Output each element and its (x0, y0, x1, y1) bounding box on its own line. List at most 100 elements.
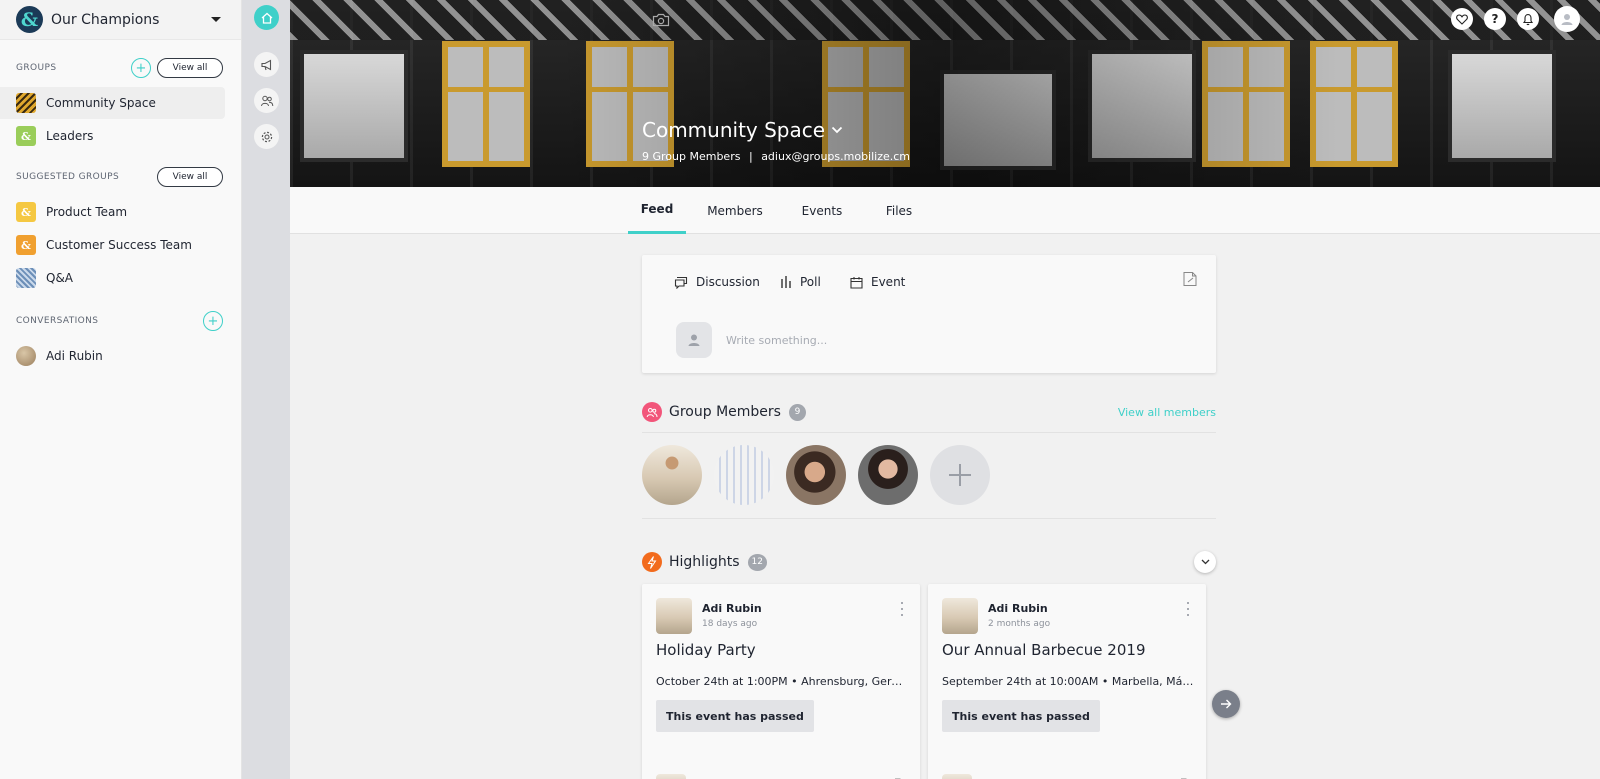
avatar (676, 322, 712, 358)
sidebar-item-label: Community Space (46, 96, 156, 110)
group-email: adiux@groups.mobilize.cm (761, 150, 911, 163)
tab-members[interactable]: Members (700, 187, 770, 234)
event-label: Event (871, 275, 906, 289)
sidebar: & Our Champions GROUPS + View all Commun… (0, 0, 242, 779)
arrow-right-icon (1221, 699, 1232, 709)
striped-tile-icon (16, 93, 36, 113)
card-title[interactable]: Our Annual Barbecue 2019 (942, 641, 1145, 659)
add-member-button[interactable] (930, 445, 990, 505)
top-toolbar: ? (1451, 6, 1580, 32)
help-icon[interactable]: ? (1484, 8, 1506, 30)
pattern-tile-icon (16, 268, 36, 288)
tab-feed[interactable]: Feed (628, 187, 686, 234)
post-composer: Discussion Poll Event (642, 255, 1216, 373)
collapse-button[interactable] (1194, 551, 1216, 573)
ampersand-icon: & (16, 126, 36, 146)
chevron-down-icon (1201, 559, 1209, 565)
avatar (656, 598, 692, 634)
sidebar-item-label: Adi Rubin (46, 349, 103, 363)
sidebar-item-product-team[interactable]: & Product Team (0, 196, 225, 228)
suggested-label: SUGGESTED GROUPS (16, 172, 120, 182)
highlights-header: Highlights 12 (642, 550, 1216, 574)
count-badge: 9 (788, 403, 806, 421)
carousel-next-button[interactable] (1212, 690, 1240, 718)
status-badge: This event has passed (656, 700, 814, 732)
group-title-text: Community Space (642, 118, 826, 142)
megaphone-icon[interactable] (254, 52, 279, 77)
heart-icon[interactable] (1451, 8, 1473, 30)
main-content: Community Space 9 Group Members | adiux@… (290, 0, 1600, 779)
groups-section-header: GROUPS + View all (0, 56, 241, 80)
sidebar-item-qa[interactable]: Q&A (0, 262, 225, 294)
member-avatar[interactable] (714, 445, 774, 505)
group-tabs: Feed Members Events Files (290, 187, 1600, 234)
conversations-section-header: CONVERSATIONS + (0, 309, 241, 333)
cover-photo: Community Space 9 Group Members | adiux@… (290, 0, 1600, 187)
caret-down-icon[interactable] (211, 17, 221, 22)
sidebar-item-label: Product Team (46, 205, 128, 219)
people-icon[interactable] (254, 88, 279, 113)
org-name: Our Champions (51, 11, 160, 28)
lightning-icon (642, 552, 662, 572)
group-title[interactable]: Community Space (642, 118, 843, 142)
view-all-members-link[interactable]: View all members (1118, 406, 1216, 419)
plus-icon (949, 464, 971, 486)
groups-view-all-button[interactable]: View all (157, 58, 223, 78)
card-author[interactable]: Adi Rubin (988, 602, 1048, 615)
sidebar-item-community-space[interactable]: Community Space (0, 87, 225, 119)
avatar (656, 774, 686, 779)
member-avatar[interactable] (642, 445, 702, 505)
suggested-view-all-button[interactable]: View all (157, 167, 223, 187)
org-switcher[interactable]: & Our Champions (0, 0, 241, 40)
count-badge: 12 (747, 553, 767, 571)
help-glyph: ? (1491, 12, 1499, 26)
calendar-icon (850, 276, 863, 289)
sidebar-item-customer-success-team[interactable]: & Customer Success Team (0, 229, 225, 261)
ampersand-icon: & (16, 235, 36, 255)
gear-icon[interactable] (254, 124, 279, 149)
people-icon (642, 402, 662, 422)
subtitle-separator: | (748, 150, 753, 163)
more-options-icon[interactable] (898, 602, 906, 616)
user-avatar-icon[interactable] (1554, 6, 1580, 32)
member-avatar[interactable] (786, 445, 846, 505)
card-author[interactable]: Adi Rubin (702, 602, 762, 615)
highlight-card[interactable]: Adi Rubin 2 months ago Our Annual Barbec… (928, 584, 1206, 779)
sidebar-item-adi-rubin[interactable]: Adi Rubin (0, 340, 225, 372)
tab-files[interactable]: Files (874, 187, 924, 234)
bell-icon[interactable] (1517, 8, 1539, 30)
share-icon[interactable] (890, 774, 902, 779)
avatar (16, 346, 36, 366)
event-button[interactable]: Event (850, 275, 905, 289)
sidebar-item-label: Leaders (46, 129, 94, 143)
card-title[interactable]: Holiday Party (656, 641, 756, 659)
groups-label: GROUPS (16, 63, 57, 73)
chevron-down-icon[interactable] (831, 126, 843, 134)
camera-icon[interactable] (652, 12, 670, 31)
cover-shade (290, 0, 1600, 187)
sidebar-item-label: Q&A (46, 271, 74, 285)
draft-icon[interactable] (1182, 271, 1198, 291)
discussion-button[interactable]: Discussion (674, 275, 760, 289)
share-icon[interactable] (1176, 774, 1188, 779)
card-time: 18 days ago (702, 619, 758, 629)
poll-button[interactable]: Poll (780, 275, 821, 289)
more-options-icon[interactable] (1184, 602, 1192, 616)
sidebar-item-label: Customer Success Team (46, 238, 192, 252)
add-conversation-button[interactable]: + (203, 311, 223, 331)
member-avatar[interactable] (858, 445, 918, 505)
discussion-icon (674, 276, 688, 289)
card-meta: September 24th at 10:00AM • Marbella, Má… (942, 675, 1194, 688)
post-input[interactable] (726, 329, 1186, 351)
group-members-header: Group Members 9 View all members (642, 400, 1216, 424)
ampersand-icon: & (16, 202, 36, 222)
sidebar-item-leaders[interactable]: & Leaders (0, 120, 225, 152)
add-group-button[interactable]: + (131, 58, 151, 78)
poll-label: Poll (800, 275, 821, 289)
divider (642, 432, 1216, 433)
home-icon[interactable] (254, 5, 279, 30)
tab-events[interactable]: Events (790, 187, 854, 234)
poll-icon (781, 276, 791, 288)
highlight-card[interactable]: Adi Rubin 18 days ago Holiday Party Octo… (642, 584, 920, 779)
suggested-section-header: SUGGESTED GROUPS View all (0, 165, 241, 189)
